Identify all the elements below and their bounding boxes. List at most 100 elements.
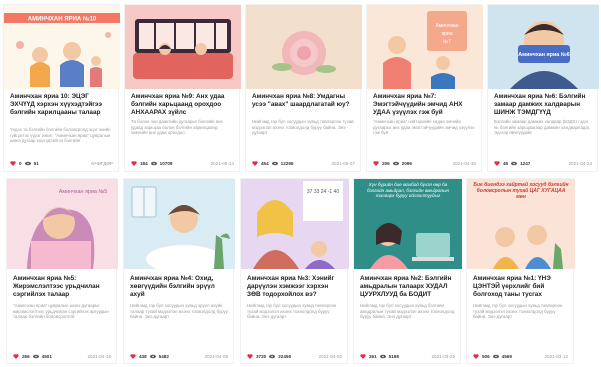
thumbnail-banner: Бие биендээ хайртай хосууд бэлгийн болов… xyxy=(473,182,569,200)
eye-icon xyxy=(24,161,31,166)
like-count: 206 xyxy=(382,161,390,166)
publish-date: 2021-04-30 xyxy=(452,161,477,166)
eye-icon xyxy=(269,354,276,359)
eye-icon xyxy=(392,161,399,166)
heart-icon[interactable] xyxy=(131,161,137,166)
article-meta: 438 5482 2021-04-09 xyxy=(130,354,228,359)
eye-icon xyxy=(150,161,157,166)
article-thumbnail[interactable]: Аминчхан яриа №6 xyxy=(488,5,599,89)
heart-icon[interactable] xyxy=(247,354,253,359)
like-count: 0 xyxy=(19,161,22,166)
publish-date: 2021-05-07 xyxy=(331,161,356,166)
article-thumbnail[interactable]: АМИНЧХАН ЯРИА №10 xyxy=(4,5,120,89)
article-card[interactable]: Хүн бүрийн бие махбод бүхэл өөр ба бэлги… xyxy=(353,178,462,364)
article-meta: 261 5198 2021-03-26 xyxy=(360,354,455,359)
like-count: 3720 xyxy=(256,354,267,359)
article-excerpt: "Аминчхан яриа" цувралын шинэ дугаарыг ж… xyxy=(13,303,109,320)
view-count: 1247 xyxy=(520,161,531,166)
heart-icon[interactable] xyxy=(10,161,16,166)
article-thumbnail[interactable] xyxy=(125,5,241,89)
like-count: 438 xyxy=(139,354,147,359)
like-count: 261 xyxy=(369,354,377,359)
eye-icon xyxy=(379,354,386,359)
article-card[interactable]: Бие биендээ хайртай хосууд бэлгийн болов… xyxy=(466,178,575,364)
article-meta: 206 2096 2021-04-30 xyxy=(373,161,476,166)
view-count: 2096 xyxy=(401,161,412,166)
article-card[interactable]: Аминчхан яриа №4: Охид, хөвгүүдийн бэлги… xyxy=(123,178,235,364)
article-excerpt: Нийгэмд гэр бүл хосуудын хувьд төвлөрсөн… xyxy=(252,119,354,136)
article-thumbnail[interactable]: Аминчхан яриа №7 xyxy=(367,5,483,89)
article-title[interactable]: Аминчхан яриа №8: Умдагны усээ "авах" ша… xyxy=(252,93,355,109)
heart-icon[interactable] xyxy=(130,354,136,359)
view-count: 4569 xyxy=(501,354,512,359)
view-count: 22456 xyxy=(278,354,292,359)
article-thumbnail[interactable]: 37 33 24 -1 40 xyxy=(241,179,349,269)
article-card[interactable]: Аминчхан яриа №9: Анх удаа бэлгийн харьц… xyxy=(124,4,241,172)
heart-icon[interactable] xyxy=(473,354,479,359)
publish-date: 2021-04-02 xyxy=(318,354,343,359)
article-card[interactable]: 37 33 24 -1 40 Аминчхан яриа №3: Хэнийг … xyxy=(240,178,349,364)
article-meta: 506 4569 2021-03-12 xyxy=(473,354,568,359)
article-card[interactable]: Аминчхан яриа №7 Аминчхан яриа №7: Эмэгт… xyxy=(366,4,483,172)
article-thumbnail[interactable]: Хүн бүрийн бие махбод бүхэл өөр ба бэлги… xyxy=(354,179,462,269)
eye-icon xyxy=(149,354,156,359)
article-thumbnail[interactable] xyxy=(124,179,235,269)
view-count: 10709 xyxy=(159,161,173,166)
like-count: 506 xyxy=(482,354,490,359)
eye-icon xyxy=(32,354,39,359)
article-title[interactable]: Аминчхан яриа №2: Бэлгийн амьдралын тала… xyxy=(360,275,455,299)
article-title[interactable]: Аминчхан яриа 10: ЭЦЭГ ЭХЧҮҮД хэрхэн хүү… xyxy=(10,93,113,117)
article-title[interactable]: Аминчхан яриа №6: Бэлгийн замаар дамжих … xyxy=(494,93,592,117)
article-card[interactable]: АМИНЧХАН ЯРИА №10 Аминчхан яриа 10: ЭЦЭГ… xyxy=(3,4,120,172)
article-title[interactable]: Аминчхан яриа №7: Эмэгтэйчүүдийн эмчид А… xyxy=(373,93,476,117)
article-title[interactable]: Аминчхан яриа №1: ҮНЭ ЦЭНТЭЙ үерхлийг би… xyxy=(473,275,568,299)
article-excerpt: Нийгэмд гэр бүл хосуудын хувьд эрүүл аху… xyxy=(130,303,228,320)
article-card[interactable]: Аминчхан яриа №6 Аминчхан яриа №6: Бэлги… xyxy=(487,4,599,172)
heart-icon[interactable] xyxy=(252,161,258,166)
publish-date: 2021-03-12 xyxy=(544,354,569,359)
article-title[interactable]: Аминчхан яриа №3: Хэнийг дарүүлэн хэмжээ… xyxy=(247,275,342,299)
like-count: 46 xyxy=(503,161,509,166)
like-count: 184 xyxy=(140,161,148,166)
article-meta: 184 10709 2021-05-14 xyxy=(131,161,234,166)
article-card[interactable]: Аминчхан яриа №5 Аминчхан яриа №5: Жирэм… xyxy=(6,178,118,364)
eye-icon xyxy=(492,354,499,359)
view-count: 4501 xyxy=(41,354,52,359)
svg-text:№7: №7 xyxy=(443,39,451,45)
article-meta: 46 1247 2021-04-23 xyxy=(494,161,592,166)
svg-text:Аминчхан: Аминчхан xyxy=(436,23,459,29)
article-thumbnail[interactable]: Аминчхан яриа №5 xyxy=(7,179,118,269)
article-card[interactable]: Аминчхан яриа №8: Умдагны усээ "авах" ша… xyxy=(245,4,362,172)
article-meta: 266 4501 2021-04-16 xyxy=(13,354,111,359)
article-excerpt: "Аминчхан яриа" нэвтэрхийн хөдөө эмчийн … xyxy=(373,119,475,136)
thumbnail-banner: 37 33 24 -1 40 xyxy=(307,189,339,195)
article-meta: 454 12295 2021-05-07 xyxy=(252,161,355,166)
thumbnail-banner: Аминчхан яриа №5 xyxy=(59,189,107,195)
article-title[interactable]: Аминчхан яриа №5: Жирэмслэлтээс урьдчила… xyxy=(13,275,111,299)
view-count: 51 xyxy=(33,161,39,166)
article-title[interactable]: Аминчхан яриа №4: Охид, хөвгүүдийн бэлги… xyxy=(130,275,228,299)
view-count: 5482 xyxy=(158,354,169,359)
thumbnail-banner: Хүн бүрийн бие махбод бүхэл өөр ба бэлги… xyxy=(366,182,450,199)
view-count: 12295 xyxy=(280,161,294,166)
publish-date: 2021-03-26 xyxy=(431,354,456,359)
heart-icon[interactable] xyxy=(494,161,500,166)
thumbnail-banner: Аминчхан яриа №6 xyxy=(518,52,570,58)
article-excerpt: Нийгэмд гэр бүл хосуудын хувьд төвлөрсөн… xyxy=(247,303,337,320)
eye-icon xyxy=(511,161,518,166)
eye-icon xyxy=(271,161,278,166)
publish-date: 2021-04-16 xyxy=(87,354,112,359)
article-excerpt: Үндэс та бэлгийн бэлгийн боловсролд эцэг… xyxy=(10,127,111,144)
heart-icon[interactable] xyxy=(13,354,19,359)
article-thumbnail[interactable] xyxy=(246,5,362,89)
article-meta: 3720 22456 2021-04-02 xyxy=(247,354,342,359)
heart-icon[interactable] xyxy=(373,161,379,166)
like-count: 454 xyxy=(261,161,269,166)
view-count: 5198 xyxy=(388,354,399,359)
like-count: 266 xyxy=(22,354,30,359)
article-excerpt: Та болон эхи даактийн дугаарыг бэлгийн а… xyxy=(131,119,223,136)
publish-date: ӨЧИГДӨР xyxy=(91,161,113,166)
article-thumbnail[interactable]: Бие биендээ хайртай хосууд бэлгийн болов… xyxy=(467,179,575,269)
article-title[interactable]: Аминчхан яриа №9: Анх удаа бэлгийн харьц… xyxy=(131,93,234,117)
heart-icon[interactable] xyxy=(360,354,366,359)
